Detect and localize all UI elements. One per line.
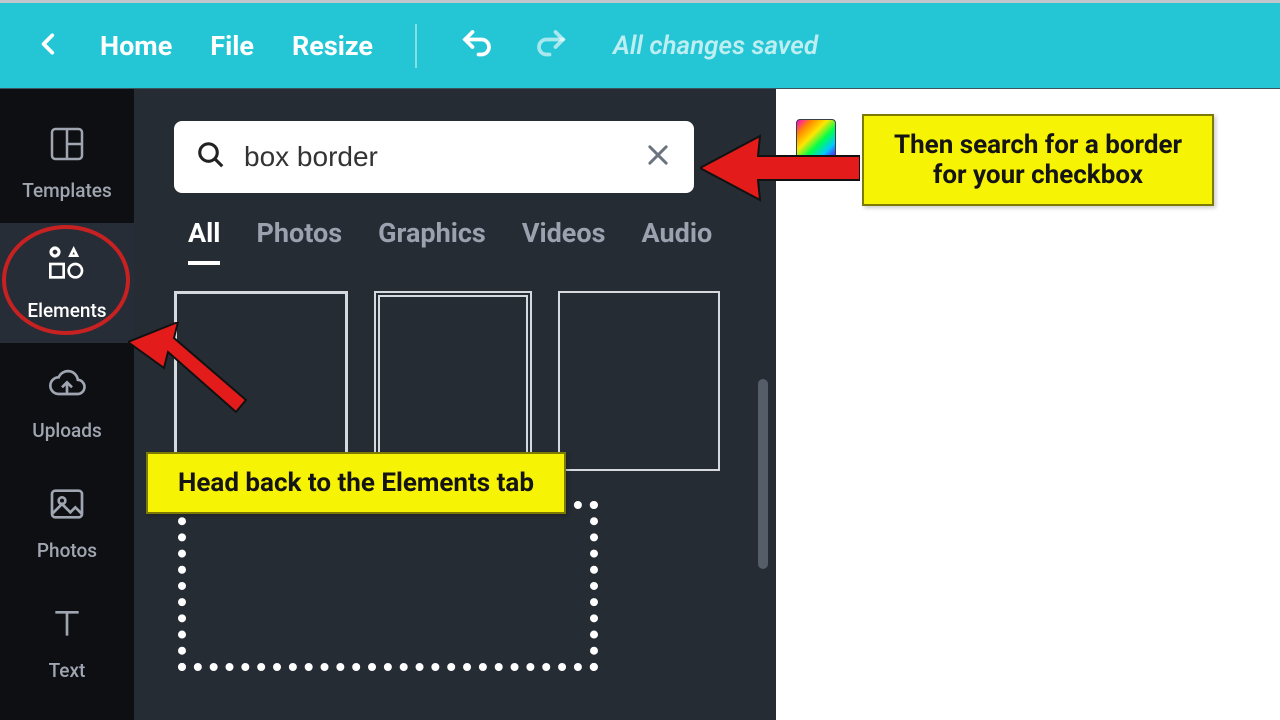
tab-audio[interactable]: Audio <box>642 217 713 265</box>
sidebar-item-text[interactable]: Text <box>0 583 134 703</box>
sidebar-item-templates[interactable]: Templates <box>0 103 134 223</box>
file-menu[interactable]: File <box>210 30 254 62</box>
top-toolbar: Home File Resize All changes saved <box>0 3 1280 89</box>
tab-all[interactable]: All <box>188 217 220 265</box>
uploads-icon <box>47 364 87 409</box>
sidebar-label: Uploads <box>32 419 101 442</box>
undo-icon[interactable] <box>459 26 495 66</box>
tab-videos[interactable]: Videos <box>522 217 606 265</box>
toolbar-separator <box>415 24 417 68</box>
document-canvas[interactable] <box>776 189 1280 720</box>
sidebar-item-photos[interactable]: Photos <box>0 463 134 583</box>
back-icon[interactable] <box>36 24 62 68</box>
home-link[interactable]: Home <box>100 30 172 62</box>
scrollbar[interactable] <box>758 379 768 569</box>
result-item[interactable] <box>374 291 532 471</box>
tab-graphics[interactable]: Graphics <box>378 217 486 265</box>
callout-left: Head back to the Elements tab <box>146 452 566 514</box>
photos-icon <box>47 484 87 529</box>
sidebar-item-uploads[interactable]: Uploads <box>0 343 134 463</box>
result-item[interactable] <box>558 291 720 471</box>
annotation-arrow-left <box>128 322 248 422</box>
templates-icon <box>47 124 87 169</box>
filter-tabs: All Photos Graphics Videos Audio <box>174 217 746 265</box>
sidebar-item-elements[interactable]: Elements <box>0 223 134 343</box>
search-input[interactable] <box>226 141 644 173</box>
search-bar[interactable] <box>174 121 694 193</box>
save-status: All changes saved <box>613 31 818 61</box>
clear-icon[interactable] <box>644 141 672 173</box>
callout-right: Then search for a border for your checkb… <box>862 114 1214 206</box>
redo-icon[interactable] <box>533 26 569 66</box>
text-icon <box>47 604 87 649</box>
resize-menu[interactable]: Resize <box>292 30 373 62</box>
sidebar-label: Text <box>49 659 86 682</box>
tab-photos[interactable]: Photos <box>256 217 342 265</box>
sidebar-label: Elements <box>27 299 106 322</box>
sidebar-label: Templates <box>22 179 111 202</box>
annotation-arrow-right <box>700 128 860 208</box>
search-icon <box>196 140 226 174</box>
result-item[interactable] <box>178 501 598 671</box>
sidebar-label: Photos <box>37 539 97 562</box>
elements-icon <box>47 244 87 289</box>
sidebar: Templates Elements Uploads Photos Tex <box>0 89 134 720</box>
